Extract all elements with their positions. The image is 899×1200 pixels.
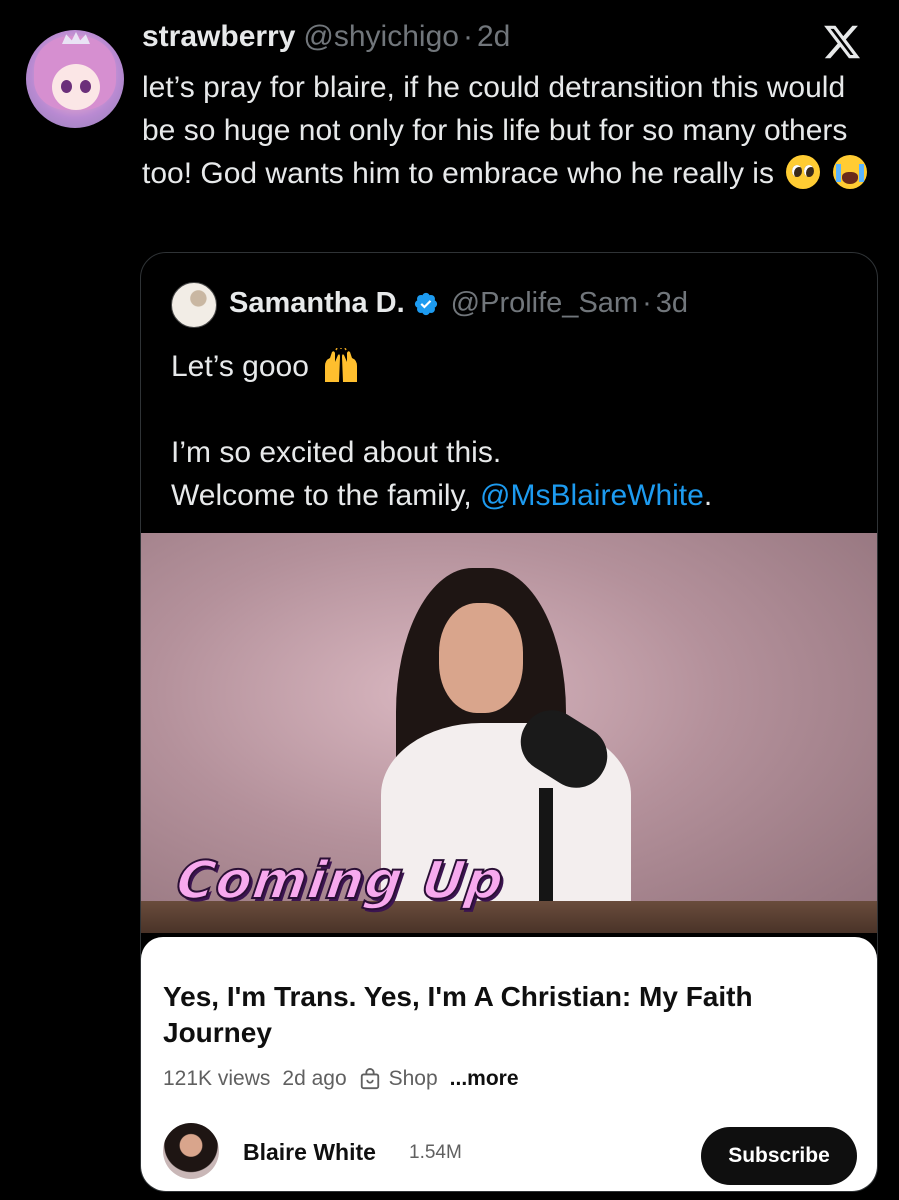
- display-name[interactable]: strawberry: [142, 20, 295, 54]
- quoted-tweet[interactable]: Samantha D. @Prolife_Sam · 3d Let’s gooo…: [140, 252, 878, 1192]
- view-count: 121K views: [163, 1067, 271, 1090]
- youtube-info-card: Yes, I'm Trans. Yes, I'm A Christian: My…: [141, 937, 877, 1191]
- quoted-line-3-prefix: Welcome to the family,: [171, 479, 480, 512]
- tweet-text: let’s pray for blaire, if he could detra…: [142, 71, 848, 190]
- raising-hands-icon: [325, 348, 358, 382]
- quoted-line-2: I’m so excited about this.: [171, 436, 502, 469]
- quoted-user-avatar[interactable]: [171, 282, 217, 328]
- quoted-tweet-timestamp[interactable]: 3d: [656, 287, 688, 320]
- channel-name[interactable]: Blaire White: [243, 1139, 376, 1166]
- video-thumbnail[interactable]: Coming Up: [141, 533, 877, 933]
- upload-age: 2d ago: [282, 1067, 347, 1090]
- video-title[interactable]: Yes, I'm Trans. Yes, I'm A Christian: My…: [163, 979, 823, 1051]
- tweet-body: let’s pray for blaire, if he could detra…: [142, 66, 882, 195]
- x-logo-icon: [824, 25, 861, 59]
- quoted-line-3-suffix: .: [703, 479, 713, 512]
- video-overlay-text: Coming Up: [172, 850, 509, 912]
- quoted-line-1: Let’s gooo: [171, 350, 309, 383]
- crying-face-icon: [832, 155, 867, 189]
- more-link[interactable]: ...more: [450, 1067, 519, 1091]
- pleading-face-icon: [786, 155, 821, 189]
- quoted-tweet-header: Samantha D. @Prolife_Sam · 3d: [229, 287, 688, 320]
- subscribe-button[interactable]: Subscribe: [701, 1127, 857, 1185]
- user-avatar[interactable]: [26, 30, 124, 128]
- separator-dot: ·: [642, 287, 652, 319]
- channel-avatar[interactable]: [163, 1123, 219, 1179]
- mention-link[interactable]: @MsBlaireWhite: [480, 479, 704, 512]
- separator-dot: ·: [462, 20, 473, 53]
- quoted-tweet-body: Let’s gooo I’m so excited about this. We…: [171, 345, 861, 517]
- shopping-bag-icon[interactable]: [359, 1068, 381, 1090]
- quoted-user-handle[interactable]: @Prolife_Sam: [451, 287, 638, 320]
- tweet-header: strawberry @shyichigo · 2d: [142, 20, 510, 60]
- subscriber-count: 1.54M: [409, 1142, 462, 1163]
- verified-badge-icon: [414, 292, 437, 315]
- tweet-timestamp[interactable]: 2d: [477, 20, 510, 54]
- video-meta: 121K views 2d ago Shop ...more: [163, 1067, 531, 1091]
- shop-link[interactable]: Shop: [389, 1067, 438, 1091]
- quoted-display-name[interactable]: Samantha D.: [229, 287, 405, 320]
- user-handle[interactable]: @shyichigo: [303, 20, 459, 54]
